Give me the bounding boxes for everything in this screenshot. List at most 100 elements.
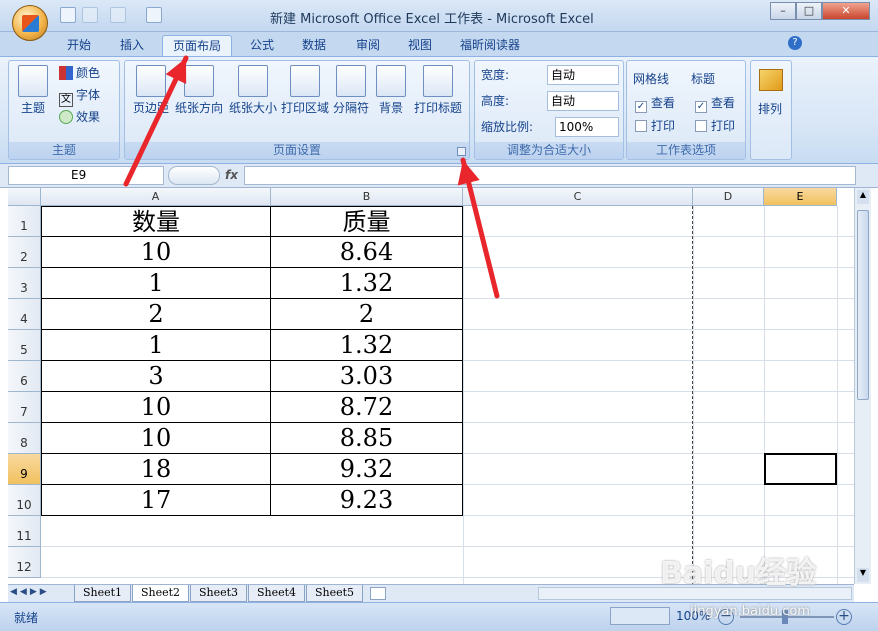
scale-spinner[interactable]: 100% — [555, 117, 619, 137]
insert-function-icon[interactable]: fx — [225, 168, 238, 182]
background-button[interactable]: 背景 — [373, 65, 409, 116]
maximize-button[interactable]: □ — [796, 2, 822, 20]
colors-button[interactable]: 颜色 — [59, 63, 100, 83]
row-header[interactable]: 2 — [8, 237, 41, 268]
camera-icon[interactable] — [146, 7, 162, 23]
formula-input[interactable] — [244, 166, 856, 185]
select-all-corner[interactable] — [8, 188, 41, 206]
table-cell[interactable]: 2 — [271, 299, 463, 330]
fonts-button[interactable]: 文字体 — [59, 85, 100, 107]
column-header-d[interactable]: D — [693, 188, 764, 206]
worksheet-grid[interactable]: A B C D E 1 数量 质量 2 10 8.64 3 1 1.32 4 2 2 5 1 1.32 6 3 3… — [8, 188, 854, 584]
title-bar: 新建 Microsoft Office Excel 工作表 - Microsof… — [0, 0, 878, 32]
headings-print-checkbox[interactable]: 打印 — [695, 116, 735, 136]
save-icon[interactable] — [60, 7, 76, 23]
breaks-button[interactable]: 分隔符 — [331, 65, 371, 116]
sheet-tab-3[interactable]: Sheet3 — [190, 585, 248, 602]
column-header-c[interactable]: C — [463, 188, 693, 206]
help-icon[interactable]: ? — [788, 36, 802, 50]
breaks-icon — [336, 65, 366, 97]
row-header[interactable]: 6 — [8, 361, 41, 392]
active-cell[interactable] — [764, 453, 837, 485]
table-cell[interactable]: 3 — [41, 361, 271, 392]
minimize-button[interactable]: – — [770, 2, 796, 20]
table-cell[interactable]: 3.03 — [271, 361, 463, 392]
tab-data[interactable]: 数据 — [292, 35, 336, 56]
row-header[interactable]: 7 — [8, 392, 41, 423]
width-select[interactable]: 自动 — [547, 65, 619, 85]
table-cell[interactable]: 17 — [41, 485, 271, 516]
tab-view[interactable]: 视图 — [398, 35, 442, 56]
formula-bar-expander[interactable] — [168, 166, 220, 185]
orientation-button[interactable]: 纸张方向 — [173, 65, 225, 116]
row-header[interactable]: 5 — [8, 330, 41, 361]
close-button[interactable]: ✕ — [822, 2, 870, 20]
table-cell[interactable]: 2 — [41, 299, 271, 330]
sheet-nav-arrows-icon[interactable]: ◀◀▶▶ — [10, 587, 50, 597]
background-label: 背景 — [378, 101, 403, 115]
row-header[interactable]: 4 — [8, 299, 41, 330]
tab-insert[interactable]: 插入 — [110, 35, 154, 56]
size-button[interactable]: 纸张大小 — [227, 65, 279, 116]
tab-formulas[interactable]: 公式 — [240, 35, 284, 56]
gridlines-print-checkbox[interactable]: 打印 — [635, 116, 675, 136]
zoom-in-icon[interactable]: + — [836, 609, 852, 625]
row-header[interactable]: 11 — [8, 516, 41, 547]
table-cell[interactable]: 8.72 — [271, 392, 463, 423]
table-cell[interactable]: 质量 — [271, 206, 463, 237]
table-cell[interactable]: 8.85 — [271, 423, 463, 454]
themes-button[interactable]: 主题 — [13, 65, 53, 116]
table-cell[interactable]: 10 — [41, 237, 271, 268]
table-cell[interactable]: 1 — [41, 268, 271, 299]
scroll-thumb[interactable] — [857, 210, 869, 400]
table-cell[interactable]: 10 — [41, 392, 271, 423]
view-buttons[interactable] — [610, 607, 670, 625]
table-cell[interactable]: 1.32 — [271, 268, 463, 299]
sheet-tab-1[interactable]: Sheet1 — [74, 585, 132, 602]
headings-view-checkbox[interactable]: ✓ 查看 — [695, 93, 735, 113]
margins-button[interactable]: 页边距 — [129, 65, 173, 116]
themes-icon — [18, 65, 48, 97]
name-box[interactable]: E9 — [8, 166, 164, 185]
row-header[interactable]: 1 — [8, 206, 41, 237]
tab-page-layout[interactable]: 页面布局 — [162, 35, 233, 56]
arrange-group[interactable]: 排列 — [750, 60, 792, 160]
row-header[interactable]: 8 — [8, 423, 41, 454]
column-header-a[interactable]: A — [41, 188, 271, 206]
table-cell[interactable]: 8.64 — [271, 237, 463, 268]
sheet-tab-4[interactable]: Sheet4 — [248, 585, 306, 602]
column-header-b[interactable]: B — [271, 188, 463, 206]
sheet-tab-2[interactable]: Sheet2 — [132, 585, 190, 602]
insert-sheet-icon[interactable] — [370, 587, 386, 600]
table-cell[interactable]: 1 — [41, 330, 271, 361]
row-header[interactable]: 9 — [8, 454, 41, 485]
row-header[interactable]: 12 — [8, 547, 41, 578]
scroll-up-icon[interactable]: ▲ — [857, 190, 869, 204]
undo-icon[interactable] — [82, 7, 98, 23]
effects-button[interactable]: 效果 — [59, 107, 100, 127]
office-button[interactable] — [12, 5, 48, 41]
print-titles-button[interactable]: 打印标题 — [411, 65, 465, 116]
row-header[interactable]: 10 — [8, 485, 41, 516]
themes-label: 主题 — [20, 101, 45, 115]
print-area-button[interactable]: 打印区域 — [279, 65, 331, 116]
height-select[interactable]: 自动 — [547, 91, 619, 111]
tab-foxit-reader[interactable]: 福昕阅读器 — [450, 35, 530, 56]
scroll-down-icon[interactable]: ▼ — [857, 568, 869, 582]
table-cell[interactable]: 数量 — [41, 206, 271, 237]
tab-home[interactable]: 开始 — [57, 35, 101, 56]
column-header-e[interactable]: E — [764, 188, 837, 206]
themes-group: 主题 颜色 文字体 效果 主题 — [8, 60, 120, 160]
table-cell[interactable]: 18 — [41, 454, 271, 485]
table-cell[interactable]: 1.32 — [271, 330, 463, 361]
tab-review[interactable]: 审阅 — [346, 35, 390, 56]
gridlines-view-checkbox[interactable]: ✓ 查看 — [635, 93, 675, 113]
row-header[interactable]: 3 — [8, 268, 41, 299]
sheet-tab-5[interactable]: Sheet5 — [306, 585, 364, 602]
vertical-scrollbar[interactable]: ▲ ▼ — [854, 188, 871, 584]
redo-icon[interactable] — [110, 7, 126, 23]
page-setup-dialog-launcher[interactable] — [457, 147, 466, 156]
table-cell[interactable]: 10 — [41, 423, 271, 454]
table-cell[interactable]: 9.32 — [271, 454, 463, 485]
table-cell[interactable]: 9.23 — [271, 485, 463, 516]
